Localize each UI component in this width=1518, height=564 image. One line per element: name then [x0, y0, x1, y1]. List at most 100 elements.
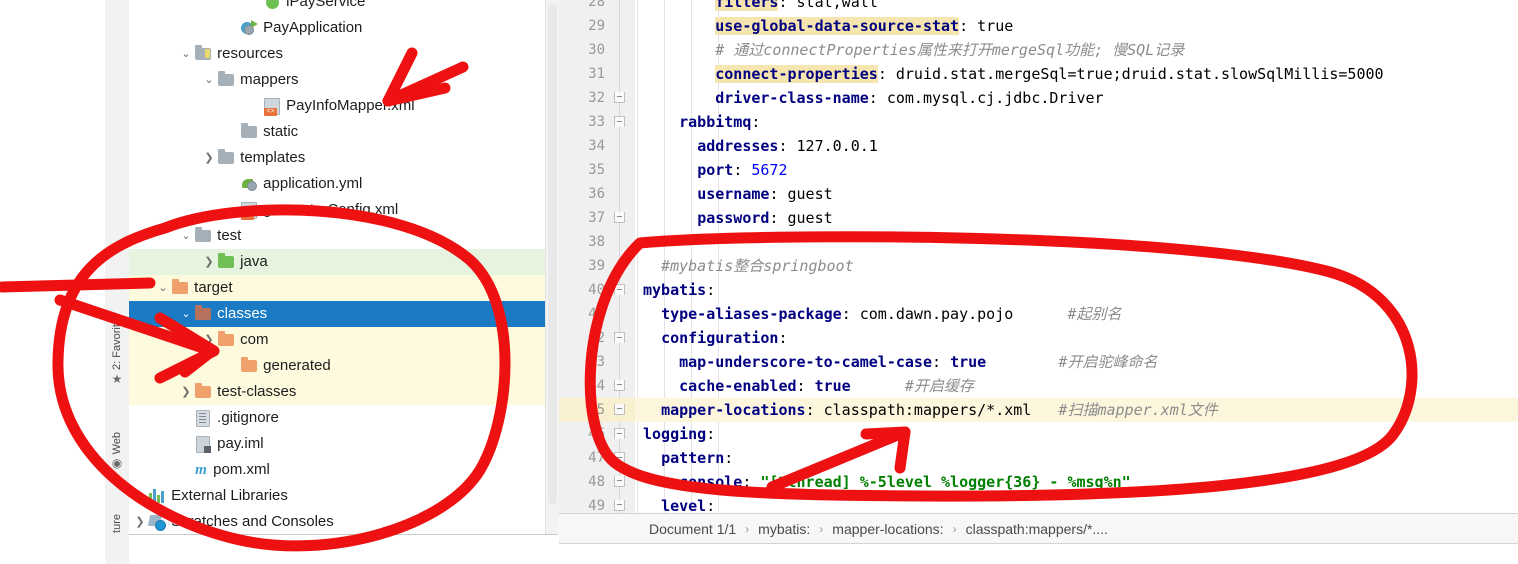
tree-row[interactable]: · static [129, 119, 545, 145]
fold-end-icon[interactable] [614, 212, 625, 223]
code-line[interactable]: #mybatis整合springboot [635, 254, 1518, 278]
project-tree-scrollbar[interactable] [545, 0, 559, 534]
tree-row[interactable]: · iPayService [129, 0, 545, 15]
fold-end-icon[interactable] [614, 404, 625, 415]
code-line[interactable]: map-underscore-to-camel-case: true #开启驼峰… [635, 350, 1518, 374]
code-line[interactable]: filters: stat,wall [635, 0, 1518, 14]
code-line[interactable]: type-aliases-package: com.dawn.pay.pojo … [635, 302, 1518, 326]
spacer-icon: · [248, 0, 262, 15]
tree-row[interactable]: · .gitignore [129, 405, 545, 431]
tree-row-label: target [190, 279, 233, 297]
line-number: 47 [588, 450, 605, 466]
tree-row[interactable]: ⌄ target [129, 275, 545, 301]
rail-item-favorite[interactable]: 2: Favorite ★ [105, 318, 129, 386]
chevron-down-icon[interactable]: ⌄ [202, 67, 216, 93]
chevron-right-icon[interactable]: ❯ [179, 379, 193, 405]
tree-row-label: generatorConfig.xml [259, 201, 399, 219]
tree-row[interactable]: ❯ External Libraries [129, 483, 545, 509]
tree-row[interactable]: · generated [129, 353, 545, 379]
tree-row[interactable]: ❯ com [129, 327, 545, 353]
fold-expanded-icon[interactable] [614, 452, 625, 463]
chevron-down-icon[interactable]: ⌄ [179, 223, 193, 249]
code-line[interactable]: configuration: [635, 326, 1518, 350]
code-line[interactable] [635, 230, 1518, 254]
chevron-right-icon[interactable]: ❯ [133, 483, 147, 509]
tree-row[interactable]: ·m pom.xml [129, 457, 545, 483]
code-line[interactable]: pattern: [635, 446, 1518, 470]
tree-row[interactable]: ⌄ resources [129, 41, 545, 67]
code-line[interactable]: password: guest [635, 206, 1518, 230]
tree-row-label: java [236, 253, 268, 271]
line-number: 33 [588, 114, 605, 130]
spacer-icon: · [248, 93, 262, 119]
tree-row[interactable]: ⌄ mappers [129, 67, 545, 93]
tree-row[interactable]: ⌄ classes [129, 301, 545, 327]
project-tree-panel[interactable]: · iPayService· PayApplication⌄ resources… [129, 0, 545, 534]
code-line[interactable]: console: "[%thread] %-5level %logger{36}… [635, 470, 1518, 494]
fold-expanded-icon[interactable] [614, 284, 625, 295]
spacer-icon: · [179, 457, 193, 483]
tree-row[interactable]: · pay.iml [129, 431, 545, 457]
tree-row-label: External Libraries [167, 487, 288, 505]
tree-row[interactable]: ❯ templates [129, 145, 545, 171]
code-line[interactable]: rabbitmq: [635, 110, 1518, 134]
code-line[interactable]: mapper-locations: classpath:mappers/*.xm… [635, 398, 1518, 422]
tool-window-rail: 2: Favorite ★ Web ◉ ture [105, 0, 130, 564]
fold-expanded-icon[interactable] [614, 116, 625, 127]
rail-item-web[interactable]: Web ◉ [105, 432, 129, 470]
chevron-right-icon[interactable]: ❯ [202, 249, 216, 275]
fold-end-icon[interactable] [614, 92, 625, 103]
code-line[interactable]: connect-properties: druid.stat.mergeSql=… [635, 62, 1518, 86]
chevron-down-icon[interactable]: ⌄ [156, 275, 170, 301]
spacer-icon: · [179, 405, 193, 431]
tree-row[interactable]: · PayInfoMapper.xml [129, 93, 545, 119]
breadcrumb-item-2[interactable]: mapper-locations: [832, 521, 943, 537]
breadcrumb-item-1[interactable]: mybatis: [758, 521, 810, 537]
code-line[interactable]: port: 5672 [635, 158, 1518, 182]
line-number: 44 [588, 378, 605, 394]
tree-row-label: iPayService [282, 0, 366, 11]
code-line[interactable]: driver-class-name: com.mysql.cj.jdbc.Dri… [635, 86, 1518, 110]
fold-end-icon[interactable] [614, 500, 625, 511]
line-number: 34 [588, 138, 605, 154]
fold-expanded-icon[interactable] [614, 428, 625, 439]
chevron-down-icon[interactable]: ⌄ [179, 41, 193, 67]
code-line[interactable]: username: guest [635, 182, 1518, 206]
spacer-icon: · [225, 197, 239, 223]
tree-row[interactable]: ❯ java [129, 249, 545, 275]
tree-row[interactable]: ⌄ test [129, 223, 545, 249]
tree-row-label: mappers [236, 71, 299, 89]
code-line[interactable]: # 通过connectProperties属性来打开mergeSql功能; 慢S… [635, 38, 1518, 62]
breadcrumb-item-3[interactable]: classpath:mappers/*.... [966, 521, 1108, 537]
breadcrumb-item-0[interactable]: Document 1/1 [649, 521, 736, 537]
breadcrumb-separator: › [745, 521, 750, 536]
breadcrumb[interactable]: Document 1/1 › mybatis: › mapper-locatio… [559, 513, 1518, 544]
globe-icon: ◉ [111, 456, 123, 471]
chevron-right-icon[interactable]: ❯ [202, 145, 216, 171]
fold-expanded-icon[interactable] [614, 332, 625, 343]
code-line[interactable]: use-global-data-source-stat: true [635, 14, 1518, 38]
chevron-right-icon[interactable]: ❯ [202, 327, 216, 353]
code-line[interactable]: cache-enabled: true #开启缓存 [635, 374, 1518, 398]
tree-row-label: test-classes [213, 383, 297, 401]
fold-end-icon[interactable] [614, 476, 625, 487]
line-number: 30 [588, 42, 605, 58]
tree-row[interactable]: ❯ test-classes [129, 379, 545, 405]
tree-row[interactable]: · generatorConfig.xml [129, 197, 545, 223]
spacer-icon: · [225, 15, 239, 41]
line-number: 36 [588, 186, 605, 202]
project-tree-scrollbar-thumb[interactable] [548, 4, 557, 504]
code-line[interactable]: mybatis: [635, 278, 1518, 302]
chevron-right-icon[interactable]: ❯ [133, 509, 147, 534]
tree-row[interactable]: · PayApplication [129, 15, 545, 41]
tree-row[interactable]: ❯ Scratches and Consoles [129, 509, 545, 534]
code-editor[interactable]: 28 filters: stat,wall 29 use-global-data-… [559, 0, 1518, 515]
chevron-down-icon[interactable]: ⌄ [179, 301, 193, 327]
rail-item-web-label: Web [111, 432, 123, 455]
rail-item-structure[interactable]: ture [105, 514, 129, 533]
code-line[interactable]: logging: [635, 422, 1518, 446]
fold-end-icon[interactable] [614, 380, 625, 391]
tree-row[interactable]: · application.yml [129, 171, 545, 197]
code-line[interactable]: addresses: 127.0.0.1 [635, 134, 1518, 158]
tree-row-label: classes [213, 305, 268, 323]
